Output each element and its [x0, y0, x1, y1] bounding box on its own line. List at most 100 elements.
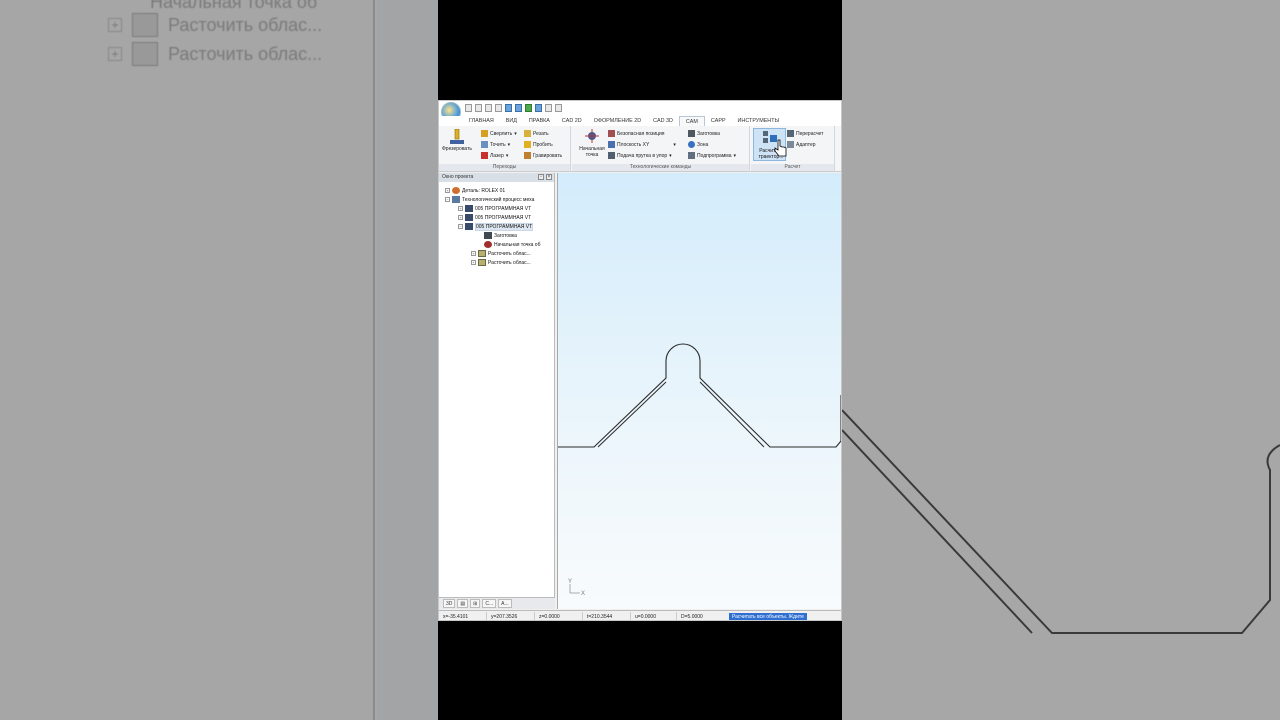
background-panel: Начальная точка об + Расточить облас... … — [0, 0, 375, 720]
blank-button[interactable]: Заготовка — [688, 129, 720, 138]
plane-icon — [608, 141, 615, 148]
quick-access-icons — [465, 104, 562, 112]
tree-item-operation-selected[interactable]: − 005 ПРОГРАММНАЯ VT — [458, 222, 534, 231]
tab-cad2d[interactable]: CAD 2D — [556, 116, 588, 126]
subprogram-icon — [688, 152, 695, 159]
tab-tools[interactable]: ИНСТРУМЕНТЫ — [732, 116, 786, 126]
tab-view[interactable]: ВИД — [500, 116, 523, 126]
bar-feed-button[interactable]: Подача прутка в упор ▾ — [608, 151, 672, 160]
tab-3d[interactable]: 3D — [443, 599, 456, 608]
machine-icon — [465, 205, 473, 212]
axis-x-label: X — [581, 591, 585, 597]
contour-offset-line — [597, 381, 667, 448]
quick-access-toolbar — [439, 101, 841, 122]
background-tree-row: + Расточить облас... — [108, 42, 322, 66]
group-calc: Расчитать траектор... Перерасчет Адаптер… — [751, 126, 835, 172]
start-point-button[interactable]: Начальная точка — [574, 129, 610, 158]
operation-icon — [478, 250, 486, 257]
adapter-button[interactable]: Адаптер — [787, 140, 816, 149]
layout-icon[interactable] — [555, 104, 562, 112]
status-y: y=207.3526 — [487, 611, 535, 620]
tree-item-start-point[interactable]: Начальная точка об — [484, 240, 540, 249]
tab-tree-icon[interactable]: ⊞ — [470, 599, 481, 608]
print-icon[interactable] — [495, 104, 502, 112]
close-icon[interactable]: × — [546, 174, 552, 180]
status-progress-message: Расчитать все объекты. Ждите — [729, 612, 807, 620]
drill-button[interactable]: Сверлить ▾ — [481, 129, 517, 138]
engrave-button[interactable]: Гравировать — [524, 151, 562, 160]
pin-icon[interactable]: ▫ — [538, 174, 544, 180]
tree-item-blank[interactable]: Заготовка — [484, 231, 517, 240]
group-tech-commands: Начальная точка Безопасная позиция Плоск… — [572, 126, 750, 172]
safe-position-button[interactable]: Безопасная позиция — [608, 129, 664, 138]
operation-icon — [478, 259, 486, 266]
project-window-title: Окно проекта ▫ × — [439, 173, 554, 182]
project-bottom-tabs: 3D ▤ ⊞ С... А... — [439, 597, 555, 609]
expand-icon[interactable]: + — [471, 260, 476, 265]
undo-icon[interactable] — [505, 104, 512, 112]
group-label: Переходы — [439, 164, 570, 171]
tab-home[interactable]: ГЛАВНАЯ — [463, 116, 500, 126]
redo-icon[interactable] — [515, 104, 522, 112]
tree-item-part[interactable]: + Деталь: ROLEX 01 — [445, 186, 505, 195]
expand-icon[interactable]: + — [471, 251, 476, 256]
zone-icon — [688, 141, 695, 148]
graphics-viewport[interactable]: Y X — [557, 173, 841, 609]
engrave-icon — [524, 152, 531, 159]
recalc-icon — [787, 130, 794, 137]
tree-item-operation[interactable]: + 005 ПРОГРАММНАЯ VT — [458, 204, 531, 213]
options-icon[interactable] — [535, 104, 542, 112]
recalc-button[interactable]: Перерасчет — [787, 129, 823, 138]
tab-chart-icon[interactable]: ▤ — [457, 599, 469, 608]
save-icon[interactable] — [485, 104, 492, 112]
window-icon[interactable] — [545, 104, 552, 112]
operation-icon — [132, 13, 158, 37]
axis-y-label: Y — [568, 579, 572, 585]
tree-item-operation[interactable]: + 005 ПРОГРАММНАЯ VT — [458, 213, 531, 222]
open-file-icon[interactable] — [475, 104, 482, 112]
tree-item-bore[interactable]: + Расточить облас... — [471, 258, 531, 267]
project-window: Окно проекта ▫ × + Деталь: ROLEX 01 − Те… — [439, 173, 555, 609]
subprogram-button[interactable]: Подпрограмма ▾ — [688, 151, 736, 160]
background-tree-row: Начальная точка об — [150, 0, 318, 12]
tree-item-process[interactable]: − Технологический процесс меха — [445, 195, 534, 204]
tab-drafting2d[interactable]: ОФОРМЛЕНИЕ 2D — [588, 116, 647, 126]
expand-icon[interactable]: + — [458, 206, 463, 211]
background-tree-row: + Расточить облас... — [108, 13, 322, 37]
punch-icon — [524, 141, 531, 148]
expand-icon: + — [108, 18, 122, 32]
tab-c[interactable]: С... — [482, 599, 497, 608]
bar-feed-icon — [608, 152, 615, 159]
zone-button[interactable]: Зона — [688, 140, 708, 149]
mill-button[interactable]: Фрезеровать — [442, 129, 472, 152]
ribbon-tabs: ГЛАВНАЯ ВИД ПРАВКА CAD 2D ОФОРМЛЕНИЕ 2D … — [439, 116, 841, 126]
machine-icon — [465, 214, 473, 221]
laser-button[interactable]: Лазер ▾ — [481, 151, 508, 160]
tree-item-bore[interactable]: + Расточить облас... — [471, 249, 531, 258]
collapse-icon[interactable]: − — [445, 197, 450, 202]
expand-icon[interactable]: + — [458, 215, 463, 220]
status-t: t=210.3544 — [583, 611, 631, 620]
expand-icon[interactable]: + — [445, 188, 450, 193]
collapse-icon[interactable]: − — [458, 224, 463, 229]
tab-cad3d[interactable]: CAD 3D — [647, 116, 679, 126]
tab-cam[interactable]: CAM — [678, 116, 705, 126]
tab-capp[interactable]: CAPP — [705, 116, 732, 126]
status-d: D=5.0000 — [681, 613, 703, 620]
tab-edit[interactable]: ПРАВКА — [523, 116, 556, 126]
app-window: ГЛАВНАЯ ВИД ПРАВКА CAD 2D ОФОРМЛЕНИЕ 2D … — [438, 100, 842, 621]
contour-line — [558, 343, 841, 448]
status-z: z=0.0000 — [535, 611, 583, 620]
new-file-icon[interactable] — [465, 104, 472, 112]
rebuild-icon[interactable] — [525, 104, 532, 112]
cut-button[interactable]: Резать — [524, 129, 549, 138]
tab-a[interactable]: А... — [498, 599, 512, 608]
blank-icon — [484, 232, 492, 239]
punch-button[interactable]: Пробить — [524, 140, 553, 149]
turn-button[interactable]: Точить ▾ — [481, 140, 510, 149]
plane-xy-button[interactable]: Плоскость XY ▾ — [608, 140, 676, 149]
part-icon — [452, 187, 460, 194]
status-x: x=-35.4101 — [439, 611, 487, 620]
blank-icon — [688, 130, 695, 137]
ribbon: Фрезеровать Сверлить ▾ Точить ▾ Лазер ▾ Рез… — [439, 126, 841, 172]
